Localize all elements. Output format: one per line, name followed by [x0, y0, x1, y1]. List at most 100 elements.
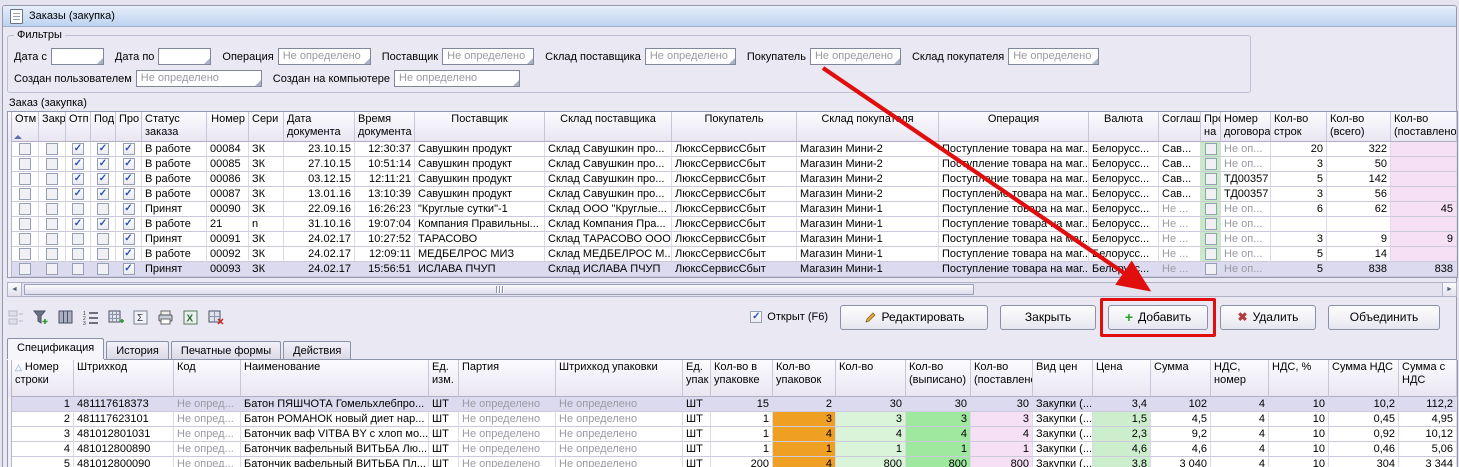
checkbox[interactable] — [46, 158, 58, 170]
table-row[interactable]: ✓✓✓В работе00085ЗК27.10.1510:51:14Савушк… — [8, 157, 1457, 172]
checkbox[interactable]: ✓ — [123, 248, 135, 260]
checkbox[interactable] — [1205, 263, 1217, 275]
column-header[interactable]: Дата документа — [284, 112, 355, 142]
scroll-right-icon[interactable]: ► — [1442, 283, 1456, 296]
column-header[interactable]: Сумма — [1151, 360, 1211, 397]
table-row[interactable]: ✓Принят00091ЗК24.02.1710:27:52ТАРАСОВОСк… — [8, 232, 1457, 247]
print-icon[interactable] — [157, 309, 175, 325]
column-header[interactable]: Кол-во — [836, 360, 906, 397]
column-header[interactable]: Кол-во (всего) — [1327, 112, 1391, 142]
column-header[interactable]: Кол-во (выписано) — [906, 360, 971, 397]
column-header[interactable]: Сери — [249, 112, 284, 142]
column-header[interactable]: △Номер строки — [12, 360, 74, 397]
scroll-left-icon[interactable]: ◄ — [8, 283, 22, 296]
table-row[interactable]: ✓✓✓В работе21n31.10.1619:07:04Компания П… — [8, 217, 1457, 232]
numbering-icon[interactable]: 123 — [82, 309, 100, 325]
table-row[interactable]: 1481117618373Не опред...Батон ПЯШЧОТА Го… — [8, 397, 1457, 412]
checkbox[interactable]: ✓ — [123, 158, 135, 170]
column-header[interactable]: С п — [1457, 360, 1458, 397]
checkbox[interactable] — [97, 203, 109, 215]
checkbox[interactable] — [97, 248, 109, 260]
checkbox[interactable] — [1205, 158, 1217, 170]
edit-button[interactable]: Редактировать — [840, 305, 988, 330]
filter-combobox[interactable] — [51, 48, 104, 65]
checkbox[interactable] — [19, 158, 31, 170]
checkbox[interactable] — [72, 263, 84, 275]
filter-combobox[interactable]: Не определено — [136, 70, 262, 87]
table-row[interactable]: ✓Принят00093ЗК24.02.1715:56:51ИСЛАВА ПЧУ… — [8, 262, 1457, 277]
checkbox[interactable]: ✓ — [123, 143, 135, 155]
checkbox[interactable] — [1205, 188, 1217, 200]
checkbox[interactable] — [46, 218, 58, 230]
filter-combobox[interactable]: Не определено — [1008, 48, 1099, 65]
column-header[interactable]: Цена — [1093, 360, 1151, 397]
checkbox[interactable]: ✓ — [97, 158, 109, 170]
column-header[interactable]: Склад покупателя — [797, 112, 939, 142]
checkbox[interactable] — [97, 263, 109, 275]
checkbox[interactable] — [1205, 248, 1217, 260]
checkbox[interactable]: ✓ — [123, 263, 135, 275]
excel-export-icon[interactable]: X — [182, 309, 200, 325]
tab-specification[interactable]: Спецификация — [7, 338, 104, 359]
checkbox[interactable]: ✓ — [72, 158, 84, 170]
checkbox[interactable] — [19, 188, 31, 200]
column-header[interactable]: Про, на — [1201, 112, 1221, 142]
checkbox[interactable]: ✓ — [97, 218, 109, 230]
table-row[interactable]: 2481117623101Не опред...Батон РОМАНОК но… — [8, 412, 1457, 427]
checkbox[interactable] — [19, 248, 31, 260]
filter-combobox[interactable]: Не определено — [810, 48, 901, 65]
tab-actions[interactable]: Действия — [283, 341, 351, 359]
column-header[interactable]: Валюта — [1089, 112, 1159, 142]
checkbox[interactable] — [72, 203, 84, 215]
column-header[interactable]: Кол-во (поставлено — [1391, 112, 1457, 142]
checkbox[interactable] — [46, 188, 58, 200]
column-header[interactable]: Штрихкод упаковки — [556, 360, 683, 397]
column-header[interactable]: Поставщик — [415, 112, 545, 142]
column-header[interactable]: Про — [116, 112, 142, 142]
column-header[interactable]: Операция — [939, 112, 1089, 142]
column-header[interactable]: Кол-во в упаковке — [711, 360, 773, 397]
column-header[interactable]: НДС, номер — [1211, 360, 1269, 397]
delete-button[interactable]: ✖ Удалить — [1220, 305, 1316, 330]
checkbox[interactable]: ✓ — [123, 188, 135, 200]
column-header[interactable]: Наименование — [241, 360, 429, 397]
sum-icon[interactable]: Σ — [132, 309, 150, 325]
checkbox[interactable] — [1205, 203, 1217, 215]
checkbox[interactable] — [19, 173, 31, 185]
filter-combobox[interactable]: Не определено — [442, 48, 534, 65]
checkbox[interactable] — [46, 173, 58, 185]
checkbox[interactable]: ✓ — [123, 203, 135, 215]
checkbox[interactable] — [19, 233, 31, 245]
columns-icon[interactable] — [57, 309, 75, 325]
table-row[interactable]: ✓В работе00092ЗК24.02.1712:09:11МЕДБЕЛРО… — [8, 247, 1457, 262]
add-table-icon[interactable] — [107, 309, 125, 325]
checkbox[interactable] — [19, 143, 31, 155]
checkbox[interactable] — [19, 203, 31, 215]
close-order-button[interactable]: Закрыть — [1000, 305, 1096, 330]
checkbox[interactable] — [72, 233, 84, 245]
open-checkbox-mark[interactable]: ✓ — [750, 311, 762, 323]
checkbox[interactable] — [97, 233, 109, 245]
column-header[interactable]: Партия — [459, 360, 556, 397]
orders-horizontal-scrollbar[interactable]: ◄ ► — [7, 282, 1457, 297]
column-header[interactable]: Номер договора — [1221, 112, 1271, 142]
column-header[interactable]: Кол-во строк — [1271, 112, 1327, 142]
add-button[interactable]: + Добавить — [1108, 305, 1208, 330]
column-header[interactable]: Под — [91, 112, 116, 142]
column-header[interactable]: Отм — [12, 112, 39, 142]
select-rows-icon[interactable] — [7, 309, 25, 325]
column-header[interactable]: Отп — [66, 112, 91, 142]
checkbox[interactable] — [19, 263, 31, 275]
checkbox[interactable]: ✓ — [123, 233, 135, 245]
column-header[interactable]: Покупатель — [672, 112, 797, 142]
table-row[interactable]: ✓✓✓В работе00084ЗК23.10.1512:30:37Савушк… — [8, 142, 1457, 157]
column-header[interactable]: Статус заказа — [142, 112, 207, 142]
checkbox[interactable]: ✓ — [72, 188, 84, 200]
filter-combobox[interactable]: Не определено — [278, 48, 371, 65]
checkbox[interactable]: ✓ — [123, 173, 135, 185]
table-row[interactable]: ✓Принят00090ЗК22.09.1616:26:23"Круглые с… — [8, 202, 1457, 217]
merge-button[interactable]: Объединить — [1328, 305, 1440, 330]
checkbox[interactable] — [1205, 218, 1217, 230]
column-header[interactable]: Сумма НДС — [1329, 360, 1399, 397]
filter-add-icon[interactable] — [32, 309, 50, 325]
